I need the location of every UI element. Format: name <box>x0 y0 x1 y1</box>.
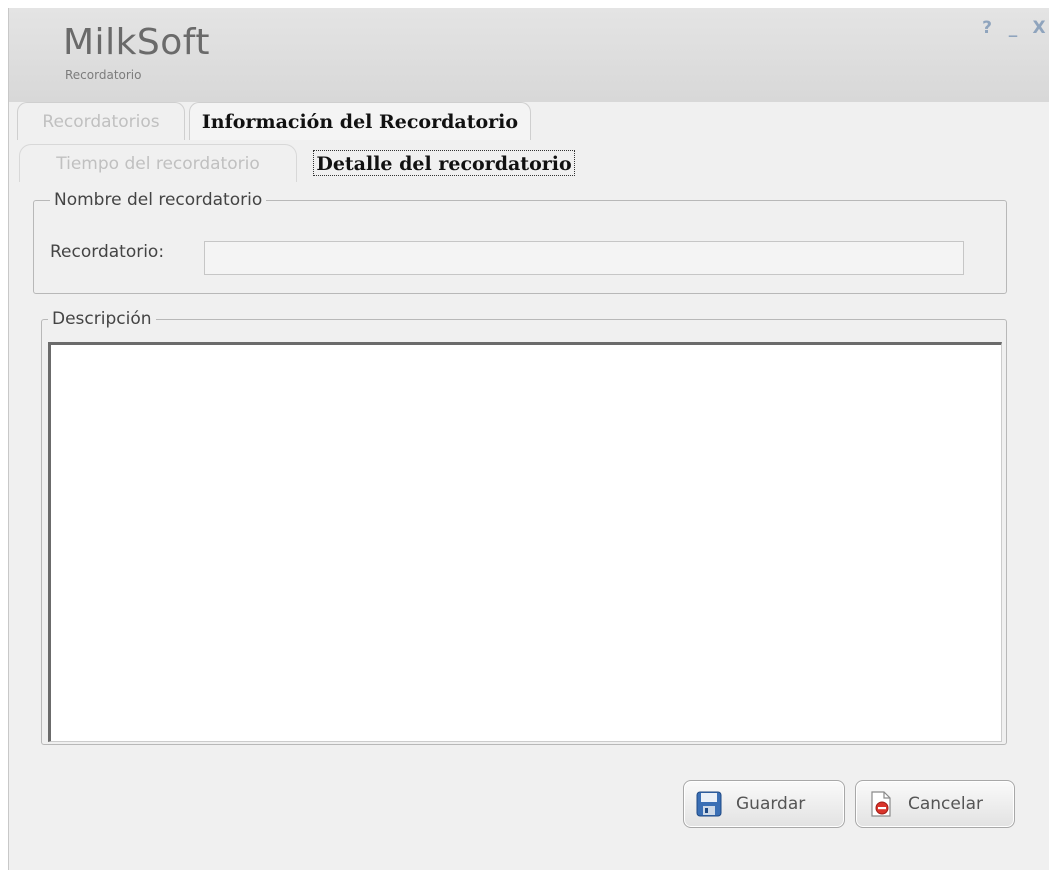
tab-detalle-recordatorio[interactable]: Detalle del recordatorio <box>299 144 589 182</box>
minimize-button[interactable]: _ <box>1002 18 1024 38</box>
main-tab-bar: Recordatorios Información del Recordator… <box>9 102 1049 140</box>
reminder-window: MilkSoft Recordatorio ? _ X Recordatorio… <box>8 8 1049 870</box>
name-groupbox: Nombre del recordatorio Recordatorio: <box>33 190 1007 294</box>
description-groupbox: Descripción <box>41 309 1007 745</box>
description-textarea[interactable] <box>48 342 1002 742</box>
floppy-disk-icon <box>696 791 722 817</box>
tab-recordatorios[interactable]: Recordatorios <box>17 102 185 140</box>
save-button[interactable]: Guardar <box>683 780 845 828</box>
reminder-name-input[interactable] <box>204 241 964 275</box>
window-subtitle: Recordatorio <box>65 68 142 82</box>
description-group-legend: Descripción <box>48 309 156 329</box>
title-bar: MilkSoft Recordatorio ? _ X <box>9 8 1049 102</box>
tab-tiempo-recordatorio[interactable]: Tiempo del recordatorio <box>19 144 297 182</box>
window-controls: ? _ X <box>976 18 1049 38</box>
cancel-button-label: Cancelar <box>908 794 983 814</box>
cancel-document-icon <box>868 791 894 817</box>
tab-informacion-recordatorio[interactable]: Información del Recordatorio <box>189 102 531 140</box>
sub-tab-bar: Tiempo del recordatorio Detalle del reco… <box>9 140 1049 182</box>
help-button[interactable]: ? <box>976 18 998 38</box>
name-group-legend: Nombre del recordatorio <box>50 190 267 210</box>
app-title: MilkSoft <box>63 22 210 63</box>
close-button[interactable]: X <box>1028 18 1049 38</box>
tab-detalle-label: Detalle del recordatorio <box>313 150 575 176</box>
save-button-label: Guardar <box>736 794 806 814</box>
cancel-button[interactable]: Cancelar <box>855 780 1015 828</box>
reminder-name-label: Recordatorio: <box>50 242 165 262</box>
